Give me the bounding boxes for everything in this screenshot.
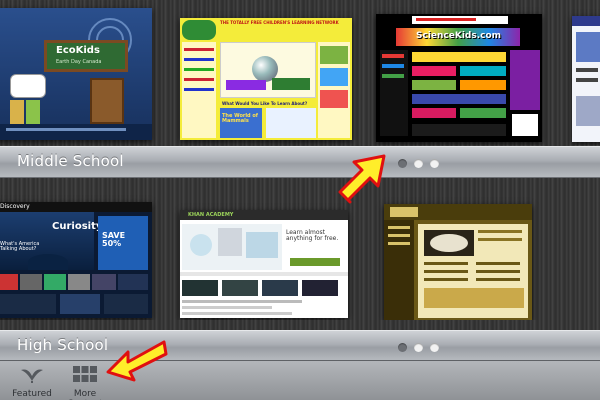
shelf-title: Middle School — [17, 152, 124, 170]
shelf-high-school: Discovery Curiosity What's America Talki… — [0, 176, 600, 362]
page-dot[interactable] — [430, 343, 439, 352]
page-dot[interactable] — [398, 159, 407, 168]
discovery-promo: SAVE 50% — [102, 231, 126, 248]
shelf-bar-middle-school: Middle School — [0, 146, 600, 178]
arrow-annotation-page-dots — [338, 154, 386, 204]
page-indicator[interactable] — [398, 159, 439, 168]
mammals-banner: The World of Mammals — [222, 113, 258, 124]
thumbnail-row-middle-school[interactable]: EcoKids Earth Day Canada THE TOTALLY FRE… — [0, 0, 600, 145]
shelf-middle-school: EcoKids Earth Day Canada THE TOTALLY FRE… — [0, 0, 600, 178]
page-dot[interactable] — [430, 159, 439, 168]
thumbnail-row-high-school[interactable]: Discovery Curiosity What's America Talki… — [0, 182, 600, 320]
discovery-story: What's America Talking About? — [0, 241, 40, 252]
page-dot[interactable] — [398, 343, 407, 352]
app-screen: EcoKids Earth Day Canada THE TOTALLY FRE… — [0, 0, 600, 400]
featured-icon — [21, 369, 43, 383]
shelf-title: High School — [17, 336, 109, 354]
tab-bar: Featured More Content — [0, 360, 600, 400]
khan-tagline: Learn almost anything for free. — [286, 229, 339, 242]
page-indicator[interactable] — [398, 343, 439, 352]
science-kids-logo: ScienceKids.com — [416, 31, 502, 41]
thumbnail-childrens-learning-network[interactable]: THE TOTALLY FREE CHILDREN'S LEARNING NET… — [180, 18, 352, 140]
tab-label: More Content — [67, 389, 103, 400]
khan-brand: KHAN ACADEMY — [188, 212, 234, 218]
thumbnail-science-kids[interactable]: ScienceKids.com — [376, 14, 542, 142]
discovery-feature: Curiosity — [52, 221, 103, 232]
tab-label: Featured — [12, 389, 52, 399]
thumbnail-history-site[interactable] — [384, 204, 532, 320]
arrow-annotation-featured-tab — [106, 340, 168, 382]
grid-icon — [73, 366, 97, 382]
thumbnail-partial-site[interactable] — [572, 16, 600, 142]
network-headline: THE TOTALLY FREE CHILDREN'S LEARNING NET… — [220, 20, 339, 25]
discovery-brand: Discovery — [0, 203, 30, 210]
page-dot[interactable] — [414, 343, 423, 352]
ecokids-subtitle: Earth Day Canada — [56, 59, 102, 65]
ecokids-logo: EcoKids — [56, 45, 100, 56]
thumbnail-ecokids[interactable]: EcoKids Earth Day Canada — [0, 8, 152, 140]
thumbnail-khan-academy[interactable]: KHAN ACADEMY Learn almost anything for f… — [180, 210, 348, 318]
page-dot[interactable] — [414, 159, 423, 168]
thumbnail-discovery[interactable]: Discovery Curiosity What's America Talki… — [0, 202, 152, 318]
tab-featured[interactable]: Featured — [12, 364, 52, 399]
shelf-bar-high-school: High School — [0, 330, 600, 362]
network-question: What Would You Like To Learn About? — [222, 101, 308, 106]
